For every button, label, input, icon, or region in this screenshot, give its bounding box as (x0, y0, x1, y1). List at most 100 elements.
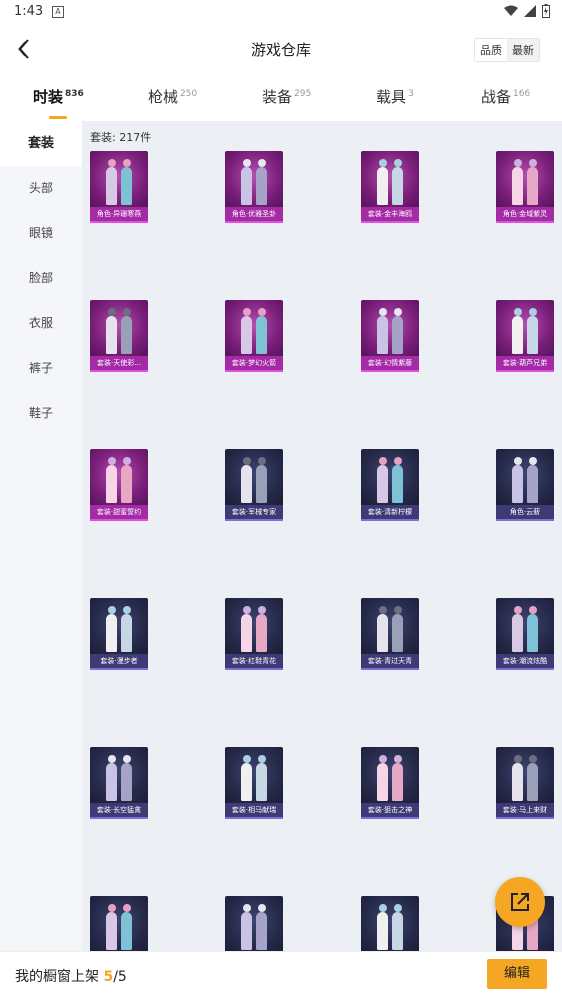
figure-head (242, 159, 251, 167)
item-label: 套装·梦幻火箭 (225, 356, 283, 372)
figure-head (107, 159, 116, 167)
tab-label: 装备 (262, 88, 293, 106)
outfit-figure (121, 465, 132, 503)
status-time: 1:43 (14, 4, 44, 19)
item-label: 套装·天使彩... (90, 356, 148, 372)
item-card[interactable]: 套装·潮流炫酷 (496, 598, 554, 670)
item-count: 套装: 217件 (90, 131, 152, 144)
figure-head (122, 457, 131, 465)
tab-label: 枪械 (148, 88, 179, 106)
outfit-figure (377, 614, 388, 652)
outfit-figure (512, 614, 523, 652)
sidebar-item-head[interactable]: 头部 (0, 166, 82, 211)
figure-head (107, 308, 116, 316)
showcase-current: 5 (103, 969, 114, 985)
tab-count: 836 (65, 89, 84, 99)
item-thumbnail (361, 747, 419, 803)
showcase-footer: 我的橱窗上架 5/5 编辑 (0, 951, 562, 1000)
edit-button[interactable]: 编辑 (487, 959, 547, 989)
item-thumbnail (225, 896, 283, 951)
item-thumbnail (496, 449, 554, 505)
item-card[interactable] (90, 896, 148, 951)
figure-head (513, 159, 522, 167)
outfit-figure (527, 614, 538, 652)
item-thumbnail (90, 151, 148, 207)
item-card[interactable]: 角色·云薪 (496, 449, 554, 521)
figure-head (257, 457, 266, 465)
showcase-total: 5 (117, 969, 127, 985)
item-thumbnail (90, 598, 148, 654)
item-card[interactable]: 套装·马上来财 (496, 747, 554, 819)
showcase-prefix: 我的橱窗上架 (15, 969, 104, 985)
item-card[interactable]: 套装·漫步者 (90, 598, 148, 670)
figure-head (242, 606, 251, 614)
figure-head (393, 755, 402, 763)
sort-toggle[interactable]: 品质 最新 (474, 38, 540, 62)
item-card[interactable]: 套装·相马献瑞 (225, 747, 283, 819)
figure-head (513, 755, 522, 763)
figure-head (257, 904, 266, 912)
wifi-icon (504, 5, 518, 16)
tab-count: 166 (513, 89, 531, 99)
item-card[interactable]: 套装·金丰海鸥 (361, 151, 419, 223)
sidebar-item-clothes[interactable]: 衣服 (0, 301, 82, 346)
sidebar: 套装 头部 眼镜 脸部 衣服 裤子 鞋子 (0, 121, 82, 951)
item-card[interactable] (361, 896, 419, 951)
tab-vehicles[interactable]: 载具 3 (376, 86, 414, 107)
item-card[interactable]: 套装·狙击之神 (361, 747, 419, 819)
sidebar-item-pants[interactable]: 裤子 (0, 346, 82, 391)
item-card[interactable]: 套装·长空猛禽 (90, 747, 148, 819)
outfit-figure (241, 316, 252, 354)
sidebar-item-shoes[interactable]: 鞋子 (0, 391, 82, 436)
item-card[interactable]: 套装·清新柠檬 (361, 449, 419, 521)
outfit-figure (377, 316, 388, 354)
figure-head (513, 457, 522, 465)
tab-active-indicator (49, 116, 67, 119)
figure-head (257, 159, 266, 167)
item-card[interactable]: 套装·天使彩... (90, 300, 148, 372)
item-card[interactable]: 角色·异珊寒燕 (90, 151, 148, 223)
item-thumbnail (225, 300, 283, 356)
outfit-figure (241, 614, 252, 652)
item-thumbnail (90, 449, 148, 505)
item-card[interactable]: 套装·梦幻火箭 (225, 300, 283, 372)
outfit-figure (256, 167, 267, 205)
item-card[interactable]: 角色·金域紫灵 (496, 151, 554, 223)
sidebar-item-glasses[interactable]: 眼镜 (0, 211, 82, 256)
figure-head (242, 308, 251, 316)
item-card[interactable]: 套装·甜蜜誓约 (90, 449, 148, 521)
item-label: 套装·清新柠檬 (361, 505, 419, 521)
outfit-figure (256, 614, 267, 652)
tab-supplies[interactable]: 战备 166 (481, 86, 530, 107)
figure-head (122, 308, 131, 316)
tab-fashion[interactable]: 时装 836 (33, 86, 84, 119)
figure-head (393, 904, 402, 912)
item-card[interactable]: 套装·青过天青 (361, 598, 419, 670)
item-thumbnail (496, 300, 554, 356)
figure-head (257, 755, 266, 763)
item-card[interactable] (225, 896, 283, 951)
item-thumbnail (361, 151, 419, 207)
tab-equipment[interactable]: 装备 295 (262, 86, 311, 107)
item-label: 套装·红鞋青花 (225, 654, 283, 670)
figure-head (528, 606, 537, 614)
outfit-figure (241, 465, 252, 503)
item-card[interactable]: 角色·优雅圣卦 (225, 151, 283, 223)
share-button[interactable] (495, 877, 545, 927)
item-thumbnail (225, 747, 283, 803)
item-card[interactable]: 套装·葫芦兄弟 (496, 300, 554, 372)
item-thumbnail (225, 151, 283, 207)
sidebar-item-sets[interactable]: 套装 (0, 121, 82, 166)
item-card[interactable]: 套装·幻情紫藤 (361, 300, 419, 372)
sort-option-latest[interactable]: 最新 (507, 39, 539, 61)
item-card[interactable]: 套装·红鞋青花 (225, 598, 283, 670)
outfit-figure (121, 316, 132, 354)
figure-head (528, 159, 537, 167)
sidebar-item-face[interactable]: 脸部 (0, 256, 82, 301)
item-card[interactable]: 套装·军械专家 (225, 449, 283, 521)
status-icons (504, 4, 550, 18)
tab-guns[interactable]: 枪械 250 (148, 86, 197, 107)
sort-option-quality[interactable]: 品质 (475, 39, 507, 61)
outfit-figure (392, 763, 403, 801)
outfit-figure (256, 912, 267, 950)
